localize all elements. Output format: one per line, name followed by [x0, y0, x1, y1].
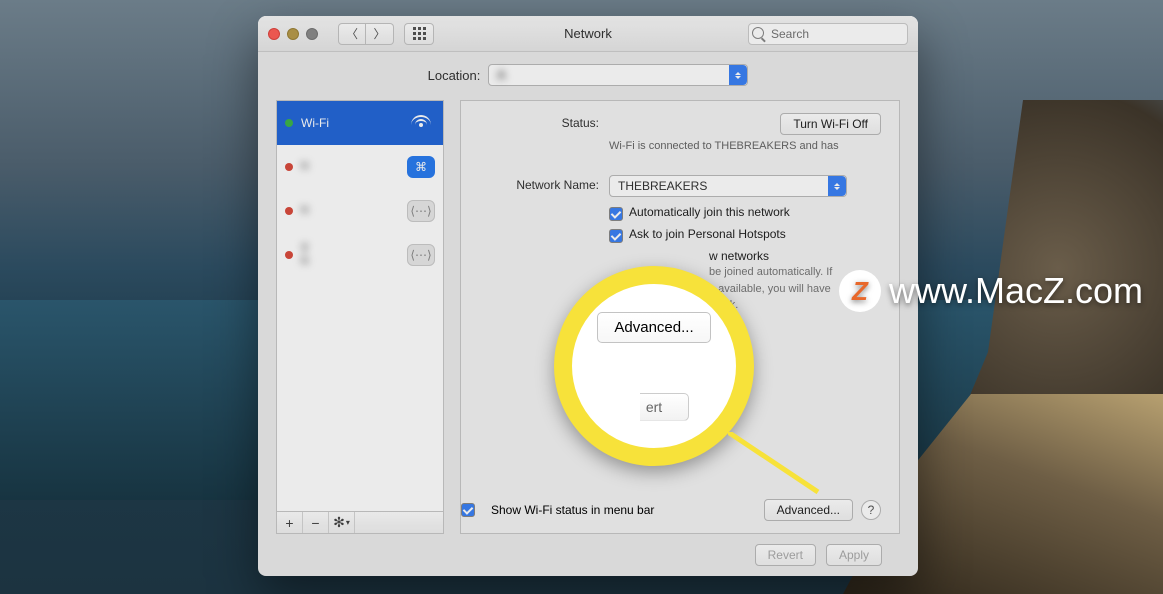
- sidebar-item-text: Wi-Fi: [301, 116, 399, 130]
- sidebar-item-bluetooth[interactable]: N ⌘: [277, 145, 443, 189]
- turn-wifi-off-button[interactable]: Turn Wi-Fi Off: [780, 113, 881, 135]
- network-name-value: THEBREAKERS: [618, 179, 707, 193]
- gear-menu-button[interactable]: ✻▾: [329, 512, 355, 533]
- interface-sidebar: Wi-Fi N ⌘: [276, 100, 444, 534]
- chevron-updown-icon: [828, 176, 846, 196]
- sidebar-item-name: Wi-Fi: [301, 116, 399, 130]
- search-icon: [752, 27, 764, 39]
- forward-button[interactable]: 〉: [366, 23, 394, 45]
- show-menu-checkbox[interactable]: [461, 503, 475, 517]
- window-title: Network: [564, 26, 612, 41]
- close-window-button[interactable]: [268, 28, 280, 40]
- show-menu-label: Show Wi-Fi status in menu bar: [491, 503, 654, 517]
- sidebar-item-sub: N: [301, 205, 399, 217]
- ask-networks-hint-1: be joined automatically. If: [709, 265, 832, 279]
- revert-button[interactable]: Revert: [755, 544, 816, 566]
- apply-button[interactable]: Apply: [826, 544, 882, 566]
- gear-icon: ✻: [333, 514, 345, 531]
- location-value: A: [497, 68, 505, 82]
- auto-join-label: Automatically join this network: [629, 205, 790, 219]
- ask-hotspot-checkbox[interactable]: [609, 229, 623, 243]
- ethernet-icon: ⟨⋯⟩: [407, 244, 435, 266]
- window-titlebar: 〈 〉 Network: [258, 16, 918, 52]
- sidebar-footer: + − ✻▾: [277, 511, 443, 533]
- wifi-icon: [407, 112, 435, 134]
- chevron-down-icon: ▾: [346, 518, 350, 527]
- revert-button-magnified: ert: [619, 393, 689, 421]
- watermark: Z www.MacZ.com: [839, 270, 1143, 312]
- status-row: Status: Turn Wi-Fi Off Wi-Fi is connecte…: [461, 113, 881, 153]
- sidebar-item-sub: N: [301, 161, 399, 173]
- search-input[interactable]: [748, 23, 908, 45]
- sidebar-item-sub: N: [301, 256, 399, 268]
- advanced-button-magnified: Advanced...: [597, 312, 710, 343]
- watermark-badge: Z: [839, 270, 881, 312]
- help-button[interactable]: ?: [861, 500, 881, 520]
- ask-networks-label: w networks: [709, 249, 769, 263]
- add-interface-button[interactable]: +: [277, 512, 303, 533]
- window-controls: [268, 28, 318, 40]
- sidebar-item-bridge[interactable]: N ⟨⋯⟩: [277, 189, 443, 233]
- chevron-updown-icon: [729, 65, 747, 85]
- interface-list: Wi-Fi N ⌘: [277, 101, 443, 511]
- remove-interface-button[interactable]: −: [303, 512, 329, 533]
- watermark-text: www.MacZ.com: [889, 270, 1143, 312]
- show-all-button[interactable]: [404, 23, 434, 45]
- status-desc-1: Wi-Fi is connected to THEBREAKERS and ha…: [609, 139, 881, 153]
- sidebar-item-text: N: [301, 161, 399, 173]
- zoom-window-button[interactable]: [306, 28, 318, 40]
- panel-bottom-row: Show Wi-Fi status in menu bar Advanced..…: [461, 499, 881, 521]
- bluetooth-icon: ⌘: [407, 156, 435, 178]
- grid-icon: [413, 27, 426, 40]
- sidebar-item-thunderbolt[interactable]: T N ⟨⋯⟩: [277, 233, 443, 277]
- location-label: Location:: [428, 68, 481, 83]
- minimize-window-button[interactable]: [287, 28, 299, 40]
- sidebar-item-name: T: [301, 242, 399, 256]
- network-name-dropdown[interactable]: THEBREAKERS: [609, 175, 847, 197]
- sidebar-item-wifi[interactable]: Wi-Fi: [277, 101, 443, 145]
- status-dot-icon: [285, 163, 293, 171]
- status-dot-icon: [285, 119, 293, 127]
- location-dropdown[interactable]: A: [488, 64, 748, 86]
- ask-hotspot-label: Ask to join Personal Hotspots: [629, 227, 786, 241]
- network-name-row: Network Name: THEBREAKERS: [461, 175, 881, 197]
- status-dot-icon: [285, 251, 293, 259]
- nav-buttons: 〈 〉: [338, 23, 394, 45]
- sidebar-item-text: T N: [301, 242, 399, 268]
- auto-join-checkbox[interactable]: [609, 207, 623, 221]
- ethernet-icon: ⟨⋯⟩: [407, 200, 435, 222]
- status-dot-icon: [285, 207, 293, 215]
- magnifier-callout: Advanced... ert: [554, 266, 754, 466]
- status-label: Status:: [461, 113, 609, 130]
- window-action-row: Revert Apply: [276, 534, 900, 566]
- status-val: Turn Wi-Fi Off Wi-Fi is connected to THE…: [609, 113, 881, 153]
- sidebar-item-text: N: [301, 205, 399, 217]
- back-button[interactable]: 〈: [338, 23, 366, 45]
- advanced-button[interactable]: Advanced...: [764, 499, 853, 521]
- ask-networks-hint-2: e available, you will have: [709, 282, 831, 296]
- network-name-label: Network Name:: [461, 175, 609, 192]
- location-row: Location: A: [276, 64, 900, 86]
- search-wrap: [748, 23, 908, 45]
